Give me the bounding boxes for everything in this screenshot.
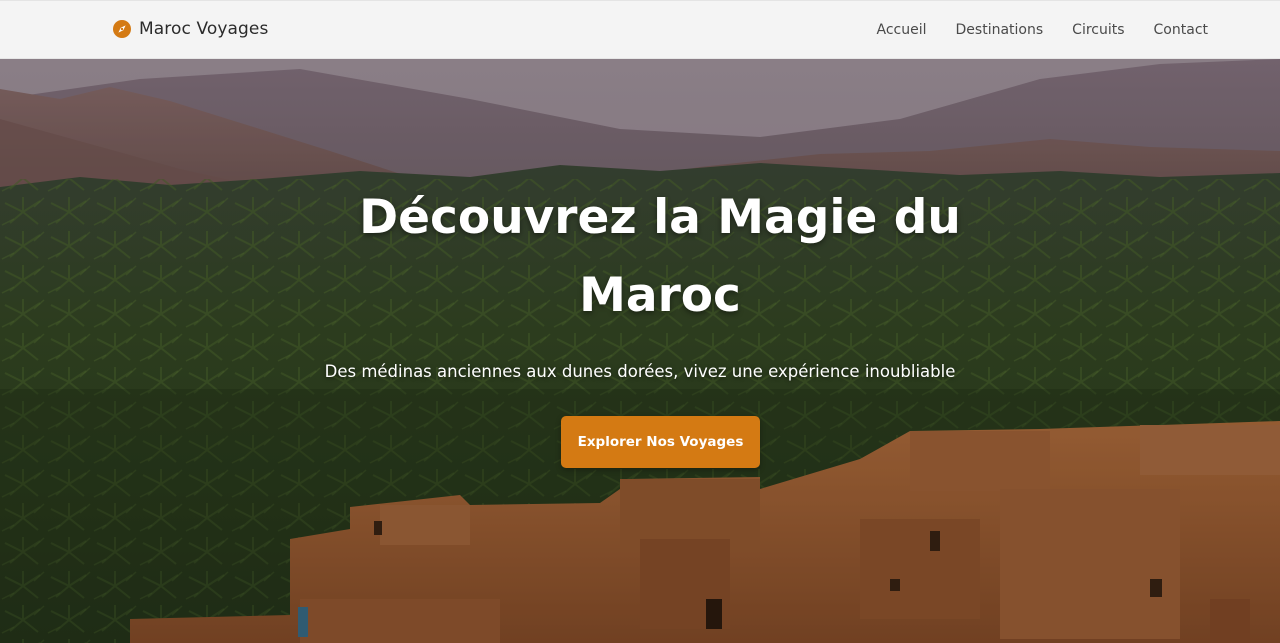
nav-link-accueil[interactable]: Accueil <box>877 22 927 38</box>
brand-logo[interactable]: Maroc Voyages <box>113 19 268 39</box>
nav-link-destinations[interactable]: Destinations <box>956 22 1044 38</box>
hero-subtitle: Des médinas anciennes aux dunes dorées, … <box>324 362 956 381</box>
nav-link-circuits[interactable]: Circuits <box>1072 22 1124 38</box>
nav-link-contact[interactable]: Contact <box>1154 22 1208 38</box>
explore-trips-button[interactable]: Explorer Nos Voyages <box>561 416 760 468</box>
navbar: Maroc Voyages Accueil Destinations Circu… <box>0 0 1280 59</box>
compass-icon <box>113 20 131 38</box>
hero-overlay <box>0 59 1280 643</box>
main-nav: Accueil Destinations Circuits Contact <box>877 22 1208 38</box>
hero-section: Découvrez la Magie du Maroc Des médinas … <box>0 59 1280 643</box>
hero-title: Découvrez la Magie du Maroc <box>359 190 961 323</box>
brand-name: Maroc Voyages <box>139 19 269 39</box>
